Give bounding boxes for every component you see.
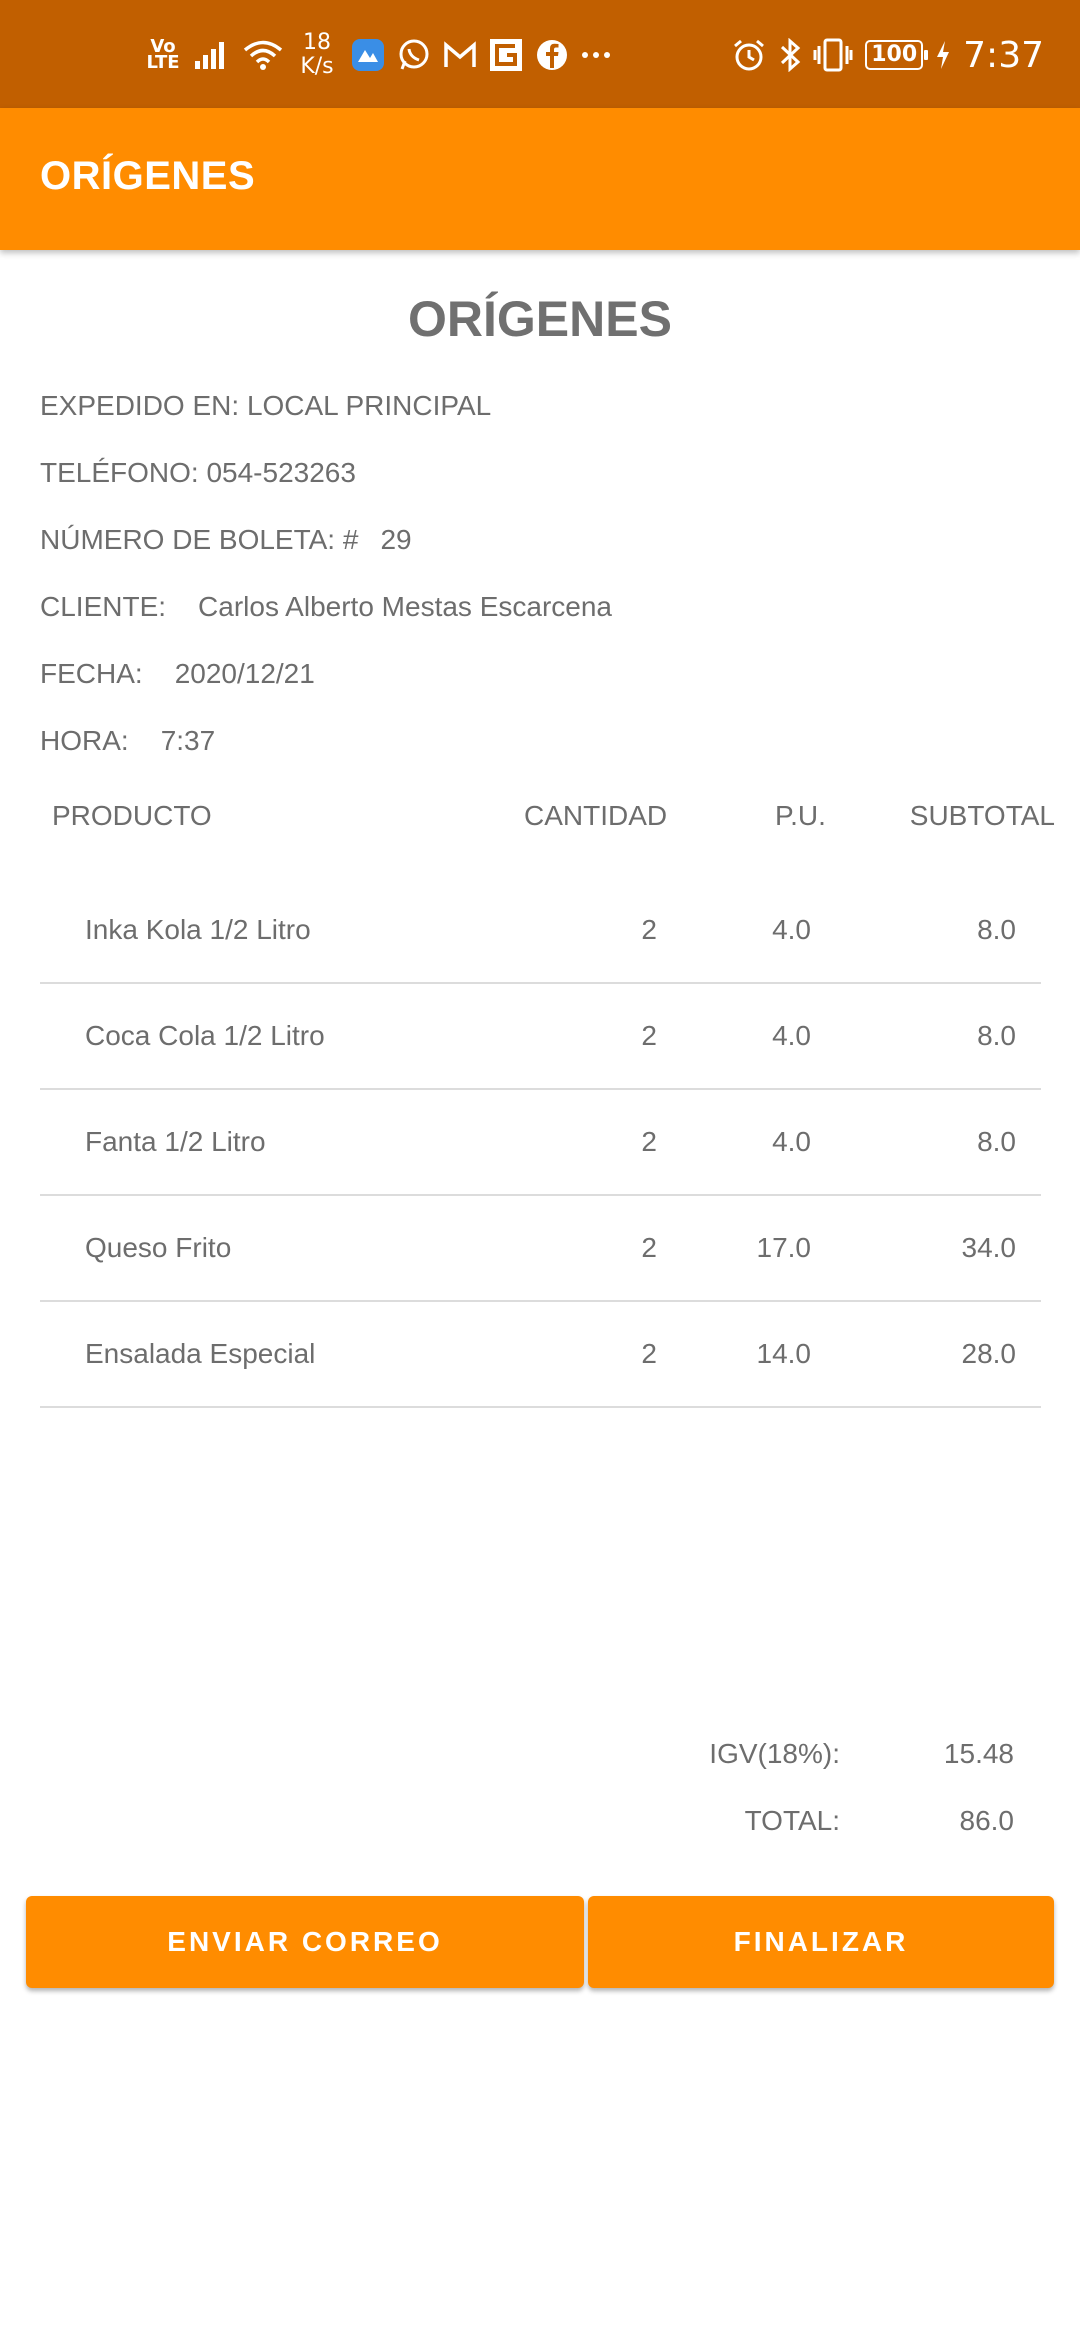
ticket-number-label: NÚMERO DE BOLETA: #	[40, 524, 359, 555]
gmail-icon	[443, 40, 477, 70]
status-left: Vo LTE 18 K/s	[145, 30, 623, 80]
row-unit-price: 14.0	[756, 1338, 812, 1369]
alarm-icon	[731, 37, 767, 73]
table-row: Coca Cola 1/2 Litro 2 4.0 8.0	[40, 982, 1041, 1090]
charging-icon	[935, 40, 951, 70]
row-product: Coca Cola 1/2 Litro	[85, 1020, 325, 1051]
client-value: Carlos Alberto Mestas Escarcena	[198, 591, 612, 622]
table-row: Inka Kola 1/2 Litro 2 4.0 8.0	[40, 876, 1041, 984]
time-line: HORA: 7:37	[40, 725, 215, 757]
row-subtotal: 28.0	[961, 1338, 1017, 1369]
row-unit-price: 17.0	[756, 1232, 812, 1263]
receipt-title: ORÍGENES	[408, 291, 672, 347]
status-right: 100 7:37	[731, 30, 1044, 80]
row-quantity: 2	[641, 1020, 657, 1051]
app-bar-title: ORÍGENES	[40, 154, 256, 198]
battery-indicator: 100	[865, 40, 929, 70]
signal-icon	[193, 39, 231, 71]
client-label: CLIENTE:	[40, 591, 167, 622]
ticket-number-line: NÚMERO DE BOLETA: # 29	[40, 524, 412, 556]
igv-label: IGV(18%):	[709, 1738, 840, 1769]
row-product: Ensalada Especial	[85, 1338, 316, 1369]
header-unit-price: P.U.	[775, 800, 826, 831]
row-product: Fanta 1/2 Litro	[85, 1126, 266, 1157]
total-value: 86.0	[959, 1805, 1015, 1836]
facebook-icon	[535, 38, 569, 72]
date-line: FECHA: 2020/12/21	[40, 658, 315, 690]
row-subtotal: 8.0	[977, 914, 1016, 945]
table-row: Ensalada Especial 2 14.0 28.0	[40, 1300, 1041, 1408]
phone-line: TELÉFONO: 054-523263	[40, 457, 356, 488]
issued-at-line: EXPEDIDO EN: LOCAL PRINCIPAL	[40, 390, 492, 421]
vibrate-icon	[813, 38, 853, 72]
battery-level: 100	[871, 42, 918, 67]
table-row: Fanta 1/2 Litro 2 4.0 8.0	[40, 1088, 1041, 1196]
total-line: TOTAL: 86.0	[0, 1805, 1040, 1845]
status-bar: Vo LTE 18 K/s 100 7:37	[0, 0, 1080, 108]
row-unit-price: 4.0	[772, 914, 811, 945]
row-subtotal: 8.0	[977, 1126, 1016, 1157]
wifi-icon	[243, 39, 283, 71]
row-product: Inka Kola 1/2 Litro	[85, 914, 311, 945]
date-value: 2020/12/21	[174, 658, 315, 689]
row-subtotal: 34.0	[961, 1232, 1017, 1263]
status-clock: 7:37	[963, 34, 1044, 76]
header-quantity: CANTIDAD	[524, 800, 668, 831]
ticket-number-value: 29	[380, 524, 412, 555]
volte-indicator: Vo LTE	[146, 36, 180, 73]
network-speed: 18 K/s	[295, 31, 339, 79]
header-subtotal: SUBTOTAL	[909, 800, 1055, 831]
client-line: CLIENTE: Carlos Alberto Mestas Escarcena	[40, 591, 612, 623]
date-label: FECHA:	[40, 658, 143, 689]
time-label: HORA:	[40, 725, 129, 756]
header-product: PRODUCTO	[52, 800, 212, 831]
bluetooth-icon	[779, 38, 801, 72]
row-subtotal: 8.0	[977, 1020, 1016, 1051]
row-quantity: 2	[641, 1232, 657, 1263]
app-g-icon	[489, 38, 523, 72]
send-email-button[interactable]: ENVIAR CORREO	[26, 1896, 584, 1988]
total-label: TOTAL:	[744, 1805, 840, 1836]
time-value: 7:37	[160, 725, 216, 756]
table-row: Queso Frito 2 17.0 34.0	[40, 1194, 1041, 1302]
app-bar: ORÍGENES	[0, 108, 1080, 250]
table-header: PRODUCTO CANTIDAD P.U. SUBTOTAL	[40, 800, 1055, 840]
row-unit-price: 4.0	[772, 1126, 811, 1157]
row-quantity: 2	[641, 1338, 657, 1369]
row-product: Queso Frito	[85, 1232, 232, 1263]
app-icon	[351, 38, 385, 72]
igv-line: IGV(18%): 15.48	[0, 1738, 1040, 1778]
igv-value: 15.48	[943, 1738, 1014, 1769]
row-unit-price: 4.0	[772, 1020, 811, 1051]
speed-unit: K/s	[300, 54, 334, 79]
finish-button[interactable]: FINALIZAR	[588, 1896, 1054, 1988]
row-quantity: 2	[641, 914, 657, 945]
row-quantity: 2	[641, 1126, 657, 1157]
more-icon	[581, 50, 611, 60]
speed-value: 18	[303, 30, 331, 55]
whatsapp-icon	[397, 38, 431, 72]
